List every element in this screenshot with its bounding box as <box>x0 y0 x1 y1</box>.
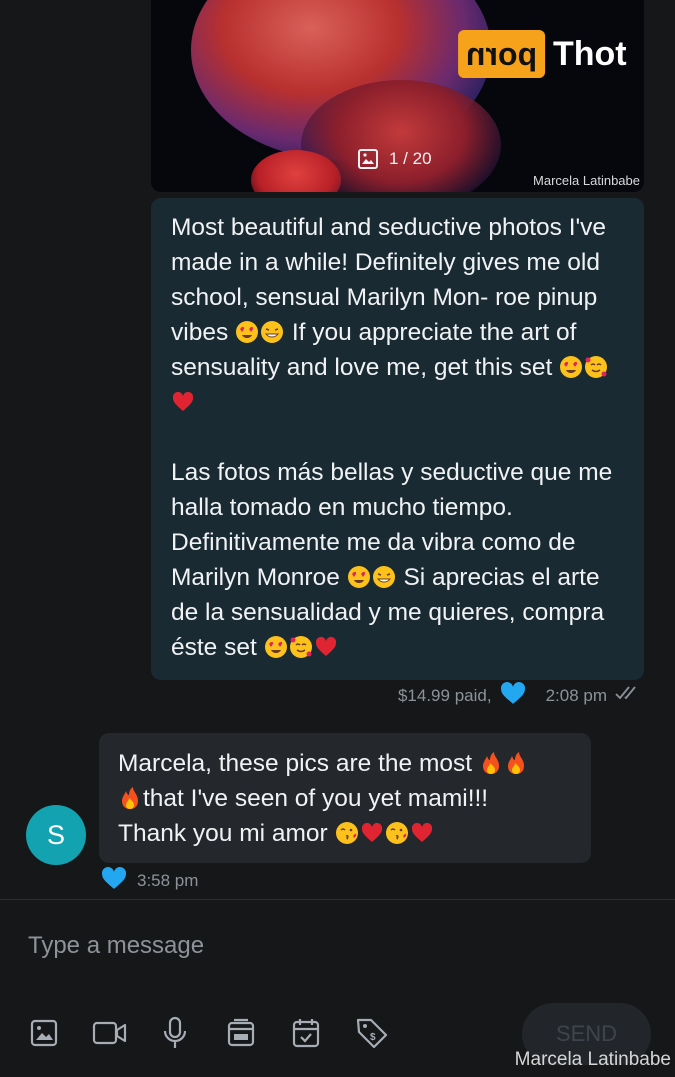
media-counter: 1 / 20 <box>357 148 432 170</box>
message-input[interactable] <box>0 918 675 974</box>
like-heart-icon[interactable] <box>101 866 127 895</box>
red-heart-emoji-icon <box>172 391 194 411</box>
smiling-hearts-emoji-icon <box>289 636 312 658</box>
media-preview[interactable]: 1 / 20 Marcela Latinbabe <box>151 0 644 192</box>
price-paid: $14.99 paid, <box>397 685 492 705</box>
microphone-icon[interactable] <box>152 1010 198 1056</box>
received-line: Thank you mi amor <box>118 816 573 851</box>
kissing-emoji-icon <box>385 822 408 844</box>
received-message-bubble: Marcela, these pics are the most that I'… <box>99 733 591 863</box>
watermark-logo-text: Thot <box>553 30 627 78</box>
media-counter-text: 1 / 20 <box>389 149 432 168</box>
image-icon[interactable] <box>21 1010 67 1056</box>
watermark-text: Thot <box>553 35 627 73</box>
fire-emoji-icon <box>507 752 524 774</box>
double-check-icon <box>615 685 643 706</box>
heart-eyes-emoji-icon <box>236 321 259 343</box>
red-heart-emoji-icon <box>411 822 432 842</box>
received-message-meta: 3:58 pm <box>101 866 198 895</box>
heart-eyes-emoji-icon <box>264 636 287 658</box>
received-line: Marcela, these pics are the most <box>118 746 573 781</box>
heart-eyes-emoji-icon <box>347 566 370 588</box>
message-paragraph-es: Las fotos más bellas y seductive que me … <box>171 459 613 661</box>
vault-icon[interactable] <box>218 1010 264 1056</box>
received-line: that I've seen of you yet mami!!! <box>118 781 573 816</box>
divider <box>0 899 675 900</box>
footer-credit: Marcela Latinbabe <box>514 1049 671 1070</box>
message-time: 2:08 pm <box>545 685 607 705</box>
image-icon <box>357 148 379 170</box>
calendar-icon[interactable] <box>283 1010 329 1056</box>
media-credit: Marcela Latinbabe <box>533 173 640 188</box>
sent-message-bubble: Most beautiful and seductive photos I've… <box>151 198 644 680</box>
red-heart-emoji-icon <box>315 636 336 656</box>
message-paragraph-en: Most beautiful and seductive photos I've… <box>171 210 626 420</box>
fire-emoji-icon <box>122 787 138 809</box>
fire-emoji-icon <box>482 752 499 774</box>
smiling-hearts-emoji-icon <box>585 356 608 378</box>
watermark-logo: porn <box>458 30 546 78</box>
watermark-box: porn <box>458 30 546 78</box>
grinning-emoji-icon <box>372 566 395 588</box>
red-heart-emoji-icon <box>361 822 382 842</box>
heart-eyes-emoji-icon <box>560 356 583 378</box>
like-heart-icon[interactable] <box>500 681 526 710</box>
grinning-emoji-icon <box>261 321 284 343</box>
video-icon[interactable] <box>87 1010 133 1056</box>
avatar[interactable]: S <box>26 805 86 865</box>
svg-text:$: $ <box>370 1032 376 1043</box>
message-time: 3:58 pm <box>137 870 199 890</box>
sent-message-meta: $14.99 paid, 2:08 pm <box>398 681 643 710</box>
kissing-emoji-icon <box>335 822 358 844</box>
price-tag-icon[interactable]: $ <box>349 1010 395 1056</box>
